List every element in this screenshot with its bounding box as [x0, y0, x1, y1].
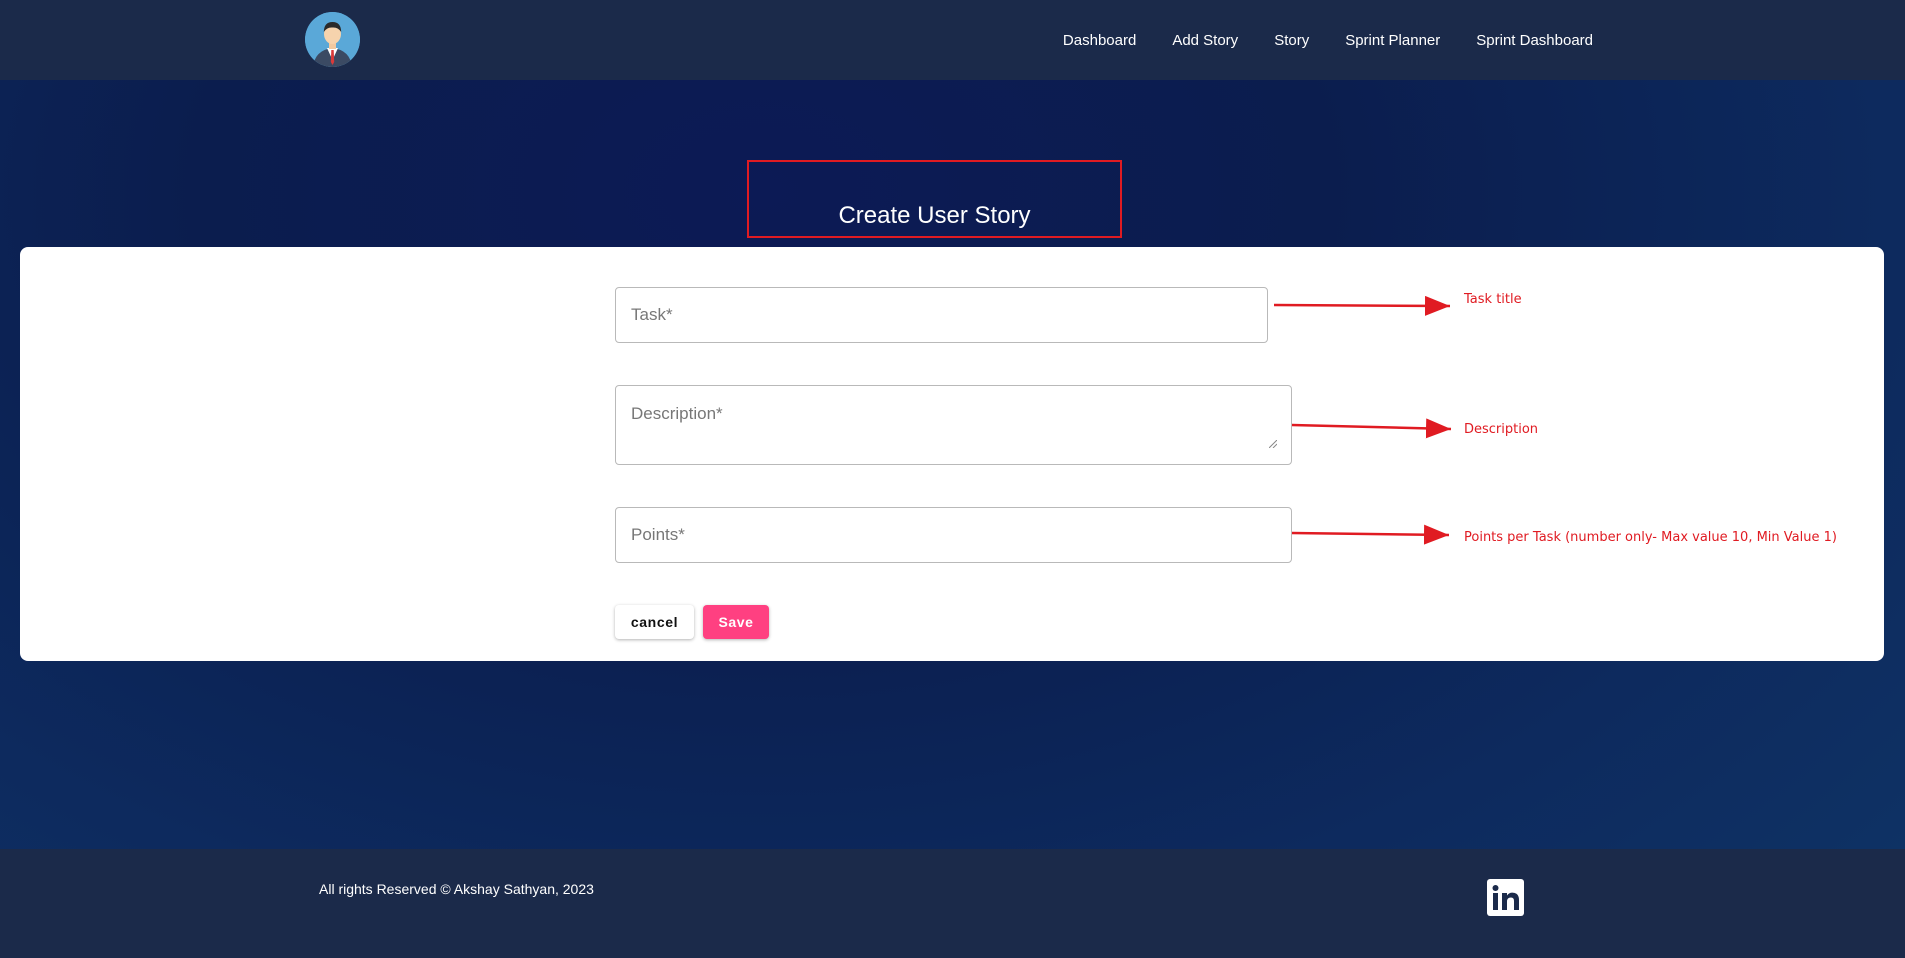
description-annotation: Description: [1464, 422, 1539, 437]
footer-copyright: All rights Reserved © Akshay Sathyan, 20…: [319, 881, 594, 897]
nav-sprint-dashboard[interactable]: Sprint Dashboard: [1476, 32, 1593, 49]
description-field: [615, 385, 1292, 465]
task-input[interactable]: [616, 288, 1267, 342]
task-annotation: Task title: [1464, 292, 1522, 307]
page-title-highlight: Create User Story: [747, 160, 1122, 238]
main-nav: Dashboard Add Story Story Sprint Planner…: [1063, 0, 1593, 80]
points-annotation: Points per Task (number only- Max value …: [1464, 530, 1837, 545]
form-card: [20, 247, 1884, 661]
nav-story[interactable]: Story: [1274, 32, 1309, 49]
cancel-button[interactable]: cancel: [615, 605, 694, 639]
description-input[interactable]: [616, 386, 1291, 464]
points-input[interactable]: [616, 508, 1291, 562]
page-title: Create User Story: [838, 202, 1031, 229]
user-avatar-icon: [305, 12, 360, 67]
nav-add-story[interactable]: Add Story: [1172, 32, 1238, 49]
points-field: [615, 507, 1292, 563]
nav-dashboard[interactable]: Dashboard: [1063, 32, 1136, 49]
footer: All rights Reserved © Akshay Sathyan, 20…: [0, 849, 1905, 958]
nav-sprint-planner[interactable]: Sprint Planner: [1345, 32, 1440, 49]
resize-grip-icon[interactable]: [1269, 440, 1277, 448]
linkedin-icon: [1492, 884, 1519, 910]
navbar: Dashboard Add Story Story Sprint Planner…: [0, 0, 1905, 80]
save-button[interactable]: Save: [703, 605, 769, 639]
task-field: [615, 287, 1268, 343]
linkedin-link[interactable]: [1487, 879, 1524, 916]
avatar[interactable]: [305, 12, 360, 67]
